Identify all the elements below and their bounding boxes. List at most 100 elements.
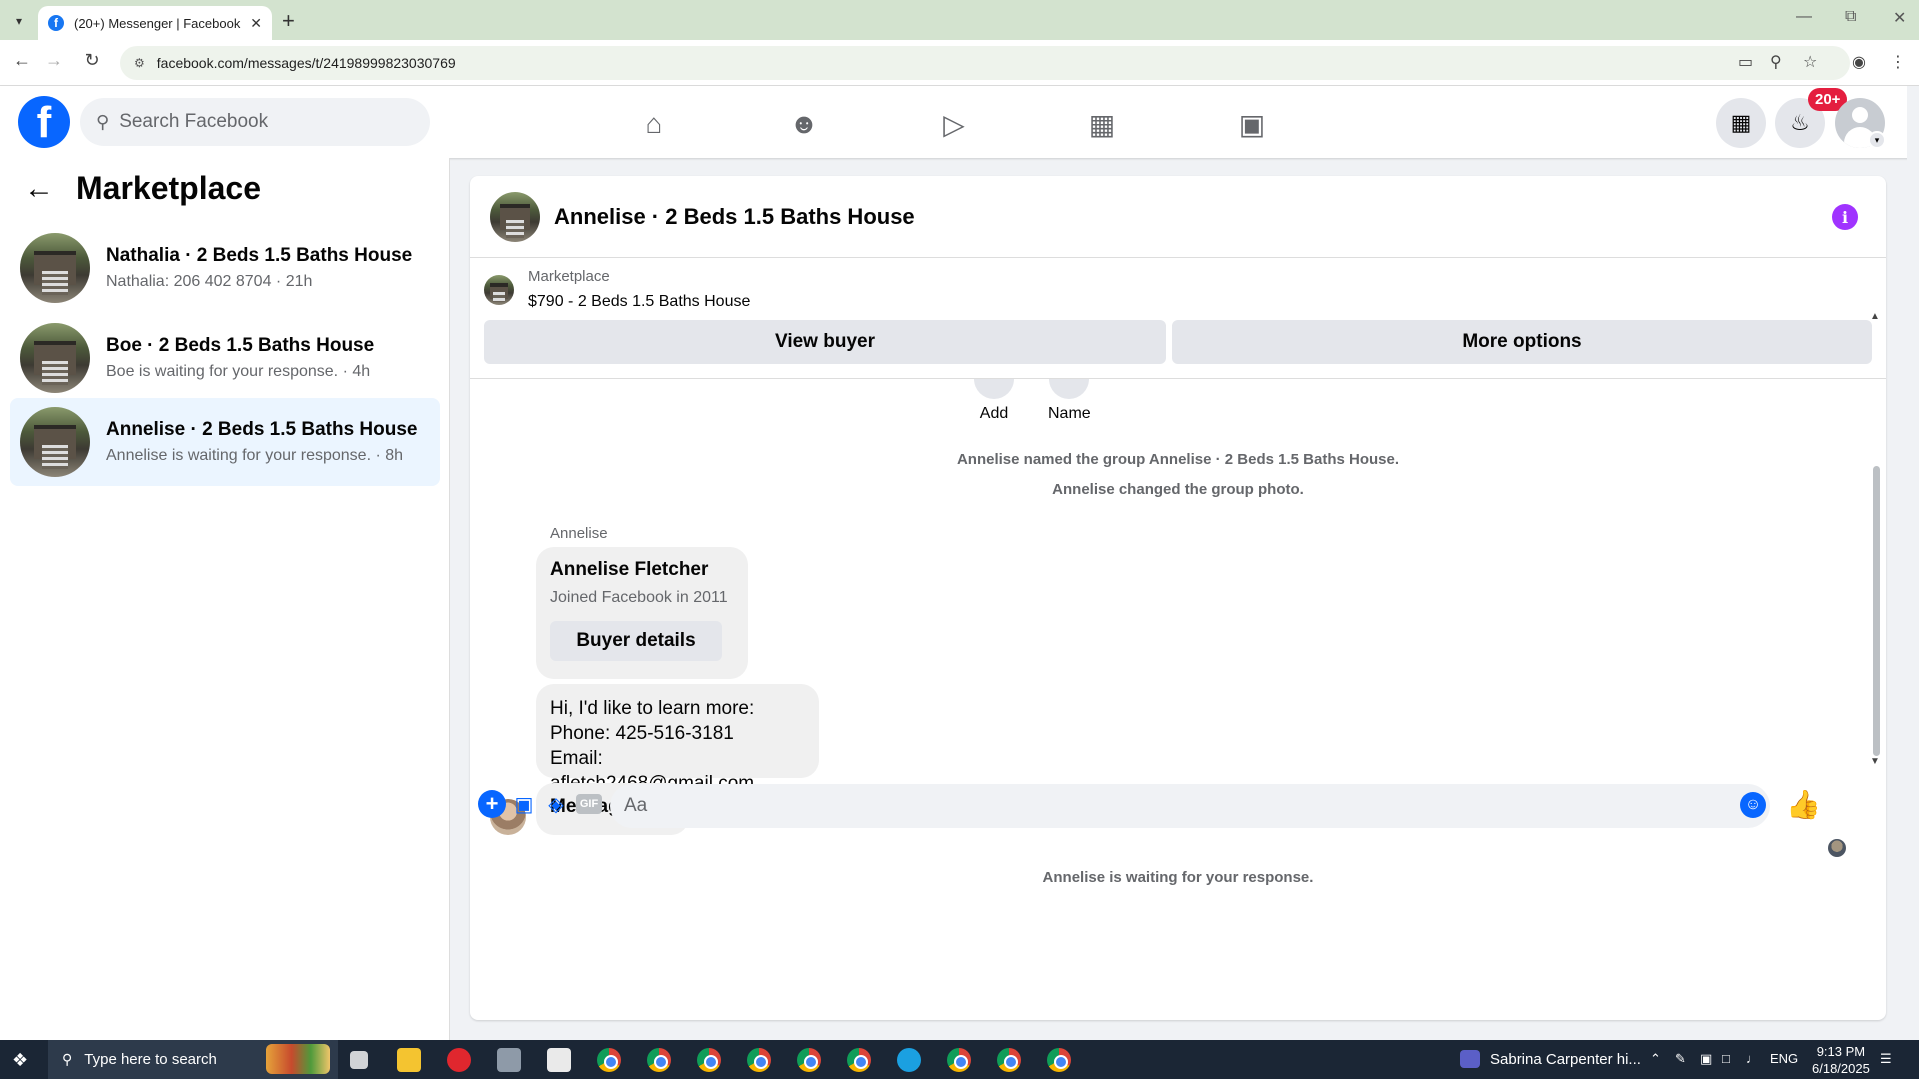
clock-date: 6/18/2025 — [1812, 1061, 1870, 1076]
buyer-joined: Joined Facebook in 2011 — [550, 589, 728, 606]
forward-icon[interactable]: → — [42, 50, 66, 71]
scroll-down-icon[interactable]: ▼ — [1870, 756, 1880, 767]
listing-summary[interactable]: Marketplace $790 - 2 Beds 1.5 Baths Hous… — [484, 268, 750, 311]
document-app-icon[interactable] — [547, 1048, 571, 1072]
account-chevron-down-icon[interactable]: ▾ — [1868, 131, 1886, 149]
chrome-icon[interactable] — [847, 1048, 871, 1072]
scrollbar-thumb[interactable] — [1873, 466, 1880, 756]
meet-now-icon[interactable]: ▣ — [1700, 1051, 1712, 1067]
name-group-button[interactable]: Name — [1048, 379, 1091, 423]
task-view-icon[interactable] — [350, 1051, 368, 1069]
add-people-button[interactable]: Add — [974, 379, 1014, 423]
message-scrollbar[interactable]: ▲ ▼ — [1870, 311, 1882, 767]
gaming-icon[interactable]: ▣ — [1222, 104, 1282, 144]
view-buyer-button[interactable]: View buyer — [484, 320, 1166, 364]
volume-icon[interactable]: ♩ — [1746, 1051, 1759, 1066]
facebook-search-input[interactable]: ⚲ Search Facebook — [80, 98, 430, 146]
buyer-details-button[interactable]: Buyer details — [550, 621, 722, 661]
minimize-icon[interactable]: — — [1796, 8, 1812, 26]
back-icon[interactable]: ← — [10, 50, 34, 71]
marketplace-icon[interactable]: ▦ — [1072, 104, 1132, 144]
address-bar[interactable]: ⚙ facebook.com/messages/t/24198999823030… — [120, 46, 1850, 80]
scroll-up-icon[interactable]: ▲ — [1870, 311, 1880, 322]
file-explorer-icon[interactable] — [397, 1048, 421, 1072]
search-icon: ⚲ — [96, 111, 110, 132]
pen-icon[interactable]: ✎ — [1675, 1051, 1686, 1067]
system-clock[interactable]: 9:13 PM 6/18/2025 — [1812, 1043, 1870, 1077]
name-label: Name — [1048, 405, 1091, 422]
buyer-card-bubble: Annelise Fletcher Joined Facebook in 201… — [536, 547, 748, 679]
install-app-icon[interactable]: ▭ — [1738, 52, 1753, 72]
add-label: Add — [979, 405, 1009, 422]
conversation-item[interactable]: Boe · 2 Beds 1.5 Baths House Boe is wait… — [10, 314, 440, 402]
profile-icon[interactable]: ◉ — [1852, 52, 1866, 72]
conversation-item[interactable]: Nathalia · 2 Beds 1.5 Baths House Nathal… — [10, 224, 440, 312]
chat-header: Annelise · 2 Beds 1.5 Baths House i — [470, 176, 1886, 258]
notification-center-icon[interactable]: ☰ — [1880, 1051, 1892, 1067]
reload-icon[interactable]: ↻ — [80, 50, 104, 71]
sticker-icon[interactable]: ◈ — [542, 790, 570, 818]
taskbar-search-input[interactable]: ⚲ Type here to search — [48, 1040, 338, 1079]
close-window-icon[interactable]: ✕ — [1893, 8, 1906, 28]
restore-icon[interactable]: ⧉ — [1845, 8, 1856, 26]
chrome-icon[interactable] — [647, 1048, 671, 1072]
message-bubble: Hi, I'd like to learn more: Phone: 425-5… — [536, 684, 819, 794]
chrome-icon[interactable] — [797, 1048, 821, 1072]
chrome-icon[interactable] — [747, 1048, 771, 1072]
close-tab-icon[interactable]: ✕ — [250, 15, 262, 32]
browser-menu-icon[interactable]: ⋮ — [1890, 52, 1906, 72]
video-icon[interactable]: ▷ — [924, 104, 984, 144]
conversation-preview: Nathalia: 206 402 8704 · 21h — [106, 273, 313, 290]
seen-by-avatar — [1828, 839, 1846, 857]
chat-title[interactable]: Annelise · 2 Beds 1.5 Baths House — [554, 204, 915, 230]
message-line: Phone: 425-516-3181 — [550, 723, 734, 744]
taskbar-search-placeholder: Type here to search — [84, 1051, 217, 1068]
back-arrow-icon[interactable]: ← — [24, 172, 54, 206]
bookmark-star-icon[interactable]: ☆ — [1803, 52, 1817, 72]
zoom-icon[interactable]: ⚲ — [1770, 52, 1782, 72]
edge-icon[interactable] — [897, 1048, 921, 1072]
system-message: Annelise changed the group photo. — [1052, 481, 1304, 498]
photo-icon[interactable]: ▣ — [510, 790, 538, 818]
more-options-button[interactable]: More options — [1172, 320, 1872, 364]
new-tab-icon[interactable]: + — [282, 8, 295, 34]
facebook-logo[interactable]: f — [18, 96, 70, 148]
message-input[interactable]: Aa — [610, 784, 1770, 828]
site-info-icon[interactable]: ⚙ — [134, 56, 145, 70]
chrome-icon[interactable] — [997, 1048, 1021, 1072]
show-hidden-icons-icon[interactable]: ⌃ — [1650, 1051, 1661, 1067]
info-icon[interactable]: i — [1832, 204, 1858, 230]
browser-toolbar: ← → ↻ ⚙ facebook.com/messages/t/24198999… — [0, 40, 1919, 86]
chrome-icon[interactable] — [947, 1048, 971, 1072]
emoji-icon[interactable]: ☺ — [1740, 792, 1766, 818]
facebook-favicon-icon: f — [48, 15, 64, 31]
home-icon[interactable]: ⌂ — [624, 104, 684, 144]
listing-thumbnail — [20, 407, 90, 477]
menu-grid-icon[interactable]: ▦ — [1716, 98, 1766, 148]
page-scrollbar[interactable] — [1907, 86, 1919, 1040]
thumbs-up-icon[interactable]: 👍 — [1786, 788, 1821, 821]
chrome-icon[interactable] — [597, 1048, 621, 1072]
chrome-icon[interactable] — [697, 1048, 721, 1072]
sender-name: Annelise — [550, 525, 608, 542]
opera-icon[interactable] — [447, 1048, 471, 1072]
app-icon[interactable] — [497, 1048, 521, 1072]
browser-tab[interactable]: f (20+) Messenger | Facebook ✕ — [38, 6, 272, 40]
listing-source: Marketplace — [528, 268, 610, 285]
friends-icon[interactable]: ☻ — [774, 104, 834, 144]
marketplace-sidebar: ← Marketplace Nathalia · 2 Beds 1.5 Bath… — [0, 158, 450, 1040]
message-list: Add Name Annelise named the group Anneli… — [470, 379, 1886, 947]
language-indicator[interactable]: ENG — [1770, 1051, 1798, 1066]
chrome-icon[interactable] — [1047, 1048, 1071, 1072]
plus-icon[interactable]: + — [478, 790, 506, 818]
group-photo[interactable] — [490, 191, 540, 242]
listing-thumbnail — [20, 233, 90, 303]
search-icon: ⚲ — [62, 1051, 73, 1067]
network-icon[interactable]: □ — [1722, 1051, 1730, 1066]
tab-search-chevron-icon[interactable]: ▾ — [8, 10, 30, 32]
media-widget[interactable]: Sabrina Carpenter hi... — [1460, 1050, 1641, 1068]
windows-start-icon[interactable]: ❖ — [12, 1050, 28, 1071]
gif-icon[interactable]: GIF — [576, 794, 602, 814]
listing-price: $790 - 2 Beds 1.5 Baths House — [528, 293, 751, 310]
conversation-item-active[interactable]: Annelise · 2 Beds 1.5 Baths House Anneli… — [10, 398, 440, 486]
